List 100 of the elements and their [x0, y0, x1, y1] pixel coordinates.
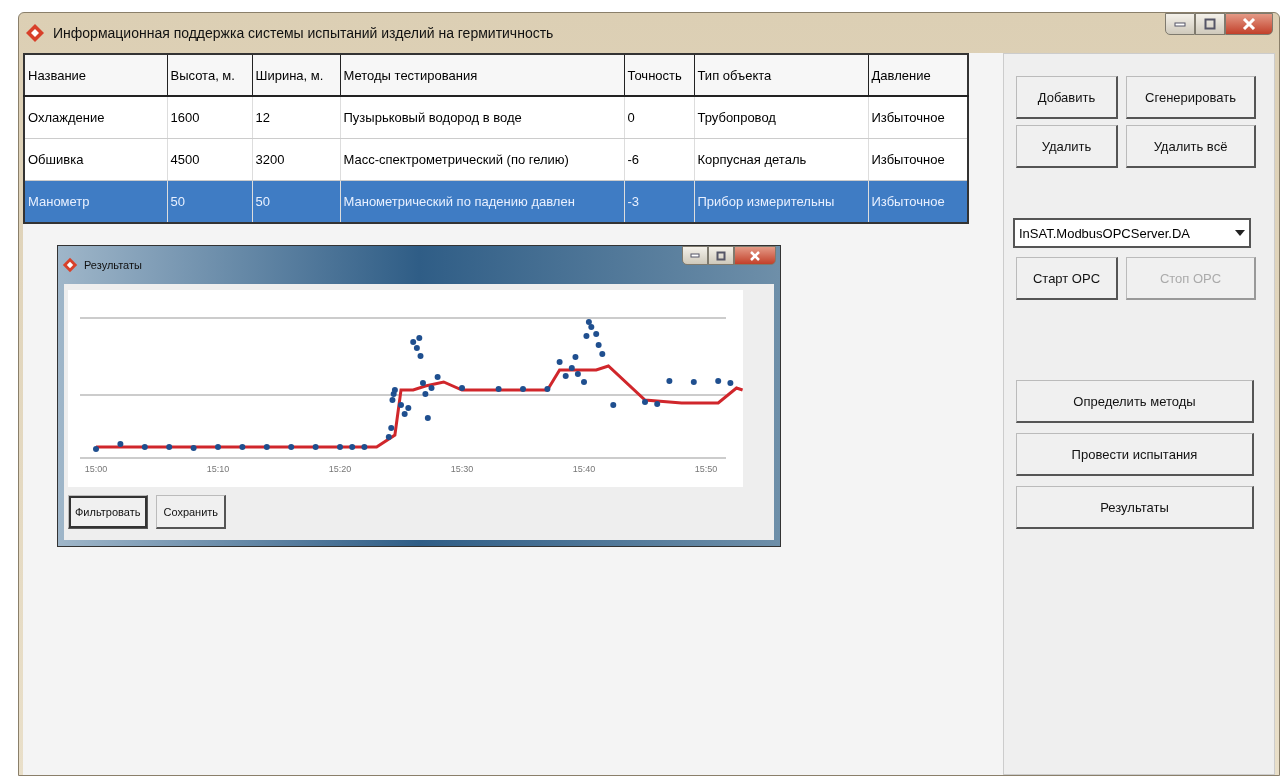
minimize-button[interactable]: [682, 246, 708, 265]
column-header[interactable]: Тип объекта: [694, 54, 868, 96]
axis-tick-label: 15:30: [450, 464, 474, 474]
column-header[interactable]: Высота, м.: [167, 54, 252, 96]
table-cell: Трубопровод: [694, 96, 868, 139]
data-point: [583, 333, 590, 339]
maximize-icon: [716, 250, 726, 261]
diamond-icon: [62, 257, 78, 273]
data-point: [312, 444, 319, 450]
table-cell: Манометрический по падению давлен: [340, 180, 624, 223]
maximize-icon: [1204, 18, 1216, 30]
data-point: [690, 379, 697, 385]
table-row[interactable]: Охлаждение 1600 12 Пузырьковый водород в воде 0 Трубопровод Избыточное: [24, 96, 968, 139]
close-button[interactable]: [734, 246, 776, 265]
axis-tick-label: 15:00: [84, 464, 108, 474]
data-point: [544, 386, 551, 392]
close-button[interactable]: [1225, 13, 1273, 35]
action-button[interactable]: Определить методы: [1016, 380, 1254, 423]
axis-tick-label: 15:20: [328, 464, 352, 474]
action-button[interactable]: Удалить всё: [1126, 125, 1256, 168]
data-point: [459, 385, 465, 391]
data-point: [239, 444, 246, 450]
table-cell: 50: [167, 180, 252, 223]
column-header[interactable]: Название: [24, 54, 167, 96]
data-point: [349, 444, 356, 450]
table-cell: Избыточное: [868, 96, 968, 139]
data-point: [599, 351, 606, 357]
action-button[interactable]: Провести испытания: [1016, 433, 1254, 476]
data-point: [385, 434, 392, 440]
table-cell: Прибор измерительны: [694, 180, 868, 223]
maximize-button[interactable]: [708, 246, 734, 265]
data-point: [434, 374, 441, 380]
table-cell: Корпусная деталь: [694, 138, 868, 181]
table-cell: -6: [624, 138, 694, 181]
minimize-button[interactable]: [1165, 13, 1195, 35]
data-point: [337, 444, 343, 450]
minimize-icon: [1174, 21, 1186, 27]
axis-tick-label: 15:10: [206, 464, 230, 474]
axis-tick-label: 15:50: [694, 464, 718, 474]
maximize-button[interactable]: [1195, 13, 1225, 35]
data-point: [93, 446, 99, 452]
dialog-button[interactable]: Сохранить: [156, 495, 227, 529]
column-header[interactable]: Ширина, м.: [252, 54, 340, 96]
data-point: [642, 399, 648, 405]
table-row[interactable]: Манометр 50 50 Манометрический по падению давлен -3 Прибор измерительны Избыточное: [24, 180, 968, 223]
table-cell: Обшивка: [24, 138, 167, 181]
table-cell: Избыточное: [868, 138, 968, 181]
table-cell: 50: [252, 180, 340, 223]
dropdown-arrow-icon: [1235, 230, 1245, 236]
column-header[interactable]: Точность: [624, 54, 694, 96]
data-point: [288, 444, 295, 450]
data-point: [117, 441, 124, 447]
action-button[interactable]: Удалить: [1016, 125, 1118, 168]
data-point: [495, 386, 502, 392]
column-header[interactable]: Методы тестирования: [340, 54, 624, 96]
data-point: [666, 378, 673, 384]
action-button[interactable]: Результаты: [1016, 486, 1254, 529]
data-point: [263, 444, 270, 450]
opc-button[interactable]: Старт OPC: [1016, 257, 1118, 300]
table-cell: Избыточное: [868, 180, 968, 223]
minimize-icon: [690, 253, 700, 258]
table-row[interactable]: Обшивка 4500 3200 Масс-спектрометрический (по гелию) -6 Корпусная деталь Избыточное: [24, 138, 968, 181]
data-point: [727, 380, 734, 386]
table-cell: Пузырьковый водород в воде: [340, 96, 624, 139]
diamond-icon: [25, 23, 45, 43]
table-cell: Охлаждение: [24, 96, 167, 139]
table-cell: 1600: [167, 96, 252, 139]
window-title: Информационная поддержка системы испытаний изделий на гермитичность: [53, 25, 555, 41]
data-point: [417, 353, 424, 359]
server-dropdown[interactable]: InSAT.ModbusOPCServer.DA: [1013, 218, 1251, 248]
table-cell: Масс-спектрометрический (по гелию): [340, 138, 624, 181]
data-point: [388, 425, 395, 431]
table-cell: 3200: [252, 138, 340, 181]
axis-tick-label: 15:40: [572, 464, 596, 474]
data-point: [595, 342, 602, 348]
data-point: [215, 444, 221, 450]
window-title: Результаты: [84, 259, 143, 271]
data-point: [190, 445, 197, 451]
table-cell: 0: [624, 96, 694, 139]
data-point: [572, 354, 579, 360]
data-point: [581, 379, 587, 385]
data-point: [654, 401, 661, 407]
data-point: [424, 415, 431, 421]
table-cell: Манометр: [24, 180, 167, 223]
data-point: [715, 378, 722, 384]
data-point: [520, 386, 526, 392]
column-header[interactable]: Давление: [868, 54, 968, 96]
action-button[interactable]: Добавить: [1016, 76, 1118, 119]
table-cell: 4500: [167, 138, 252, 181]
close-icon: [749, 250, 761, 261]
data-point: [419, 380, 426, 386]
table-cell: -3: [624, 180, 694, 223]
data-point: [610, 402, 617, 408]
data-point: [556, 359, 563, 365]
data-point: [562, 373, 569, 379]
dialog-button[interactable]: Фильтровать: [68, 495, 149, 529]
data-point: [141, 444, 148, 450]
table-cell: 12: [252, 96, 340, 139]
action-button[interactable]: Сгенерировать: [1126, 76, 1256, 119]
close-icon: [1242, 18, 1256, 30]
